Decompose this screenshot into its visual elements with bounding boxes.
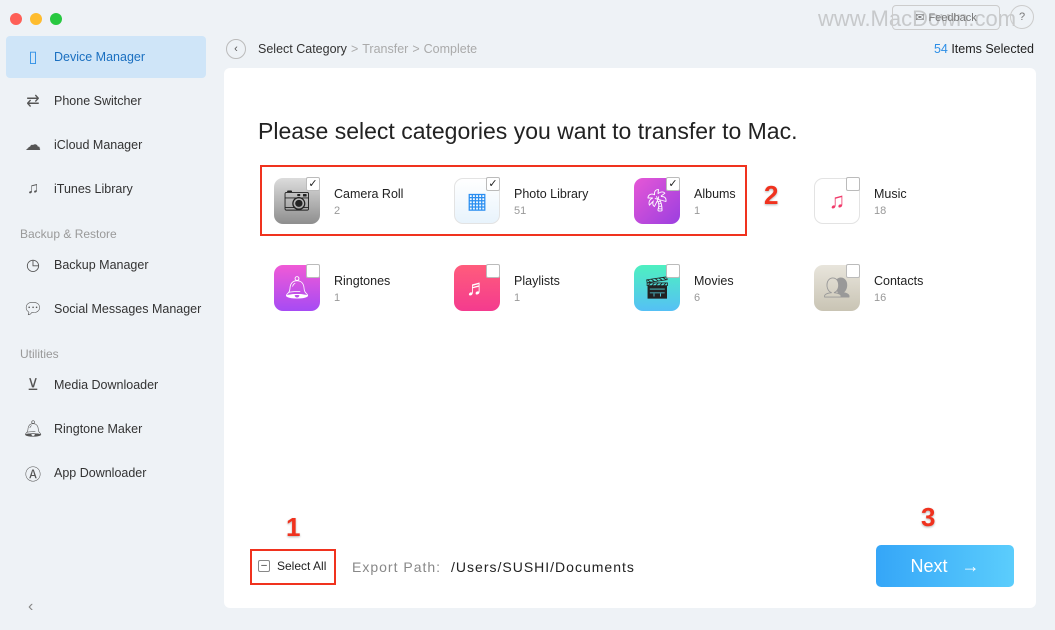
zoom-button[interactable] — [50, 13, 62, 25]
crumb-complete: Complete — [423, 42, 478, 56]
sidebar: ▯ Device Manager ⇄ Phone Switcher ☁ iCloud … — [0, 0, 220, 630]
sidebar-item-backup-manager[interactable]: ◷ Backup Manager — [6, 244, 206, 286]
arrow-right-icon: → — [961, 555, 980, 576]
minus-icon: – — [258, 560, 270, 572]
annotation-step-2: 2 — [764, 180, 779, 210]
collapse-sidebar-icon[interactable]: ‹ — [28, 598, 33, 616]
category-count: 6 — [694, 292, 701, 304]
category-ringtones[interactable]: 🔔︎ Ringtones 1 — [274, 264, 444, 315]
page-title: Please select categories you want to tra… — [258, 118, 798, 144]
category-count: 18 — [874, 205, 887, 217]
category-music[interactable]: ♫ Music 18 — [814, 177, 984, 228]
mail-icon: ✉ — [915, 12, 925, 24]
section-utilities: Utilities — [20, 347, 59, 361]
help-button[interactable]: ? — [1010, 5, 1034, 29]
sidebar-item-itunes-library[interactable]: ♫ iTunes Library — [6, 168, 206, 210]
category-name: Music — [874, 187, 907, 201]
clock-icon: ◷ — [26, 257, 40, 274]
next-button[interactable]: Next → — [876, 545, 1014, 587]
annotation-box-categories — [260, 165, 747, 236]
feedback-button[interactable]: ✉ Feedback — [892, 5, 1000, 30]
cloud-icon: ☁ — [25, 137, 41, 154]
category-movies[interactable]: 🎬︎ Movies 6 — [634, 264, 804, 315]
category-name: Movies — [694, 274, 734, 288]
category-checkbox[interactable] — [846, 177, 860, 191]
category-checkbox[interactable] — [486, 264, 500, 278]
category-contacts[interactable]: 👥︎ Contacts 16 — [814, 264, 984, 315]
sidebar-item-ringtone-maker[interactable]: 🔔︎ Ringtone Maker — [6, 408, 206, 450]
phone-icon: ▯ — [28, 49, 38, 66]
app-store-icon: Ⓐ — [24, 467, 41, 484]
minimize-button[interactable] — [30, 13, 42, 25]
close-button[interactable] — [10, 13, 22, 25]
sidebar-item-social-messages-manager[interactable]: 💬︎ Social Messages Manager — [6, 288, 206, 330]
category-count: 16 — [874, 292, 887, 304]
music-note-icon: ♫ — [27, 180, 39, 197]
items-selected: 54 Items Selected — [933, 42, 1034, 56]
sidebar-item-app-downloader[interactable]: Ⓐ App Downloader — [6, 452, 206, 494]
export-path[interactable]: Export Path:/Users/SUSHI/Documents — [352, 559, 635, 575]
crumb-select-category: Select Category — [258, 42, 347, 56]
back-button[interactable]: ‹ — [226, 39, 246, 59]
select-all-checkbox[interactable]: – Select All — [258, 559, 326, 573]
category-checkbox[interactable] — [306, 264, 320, 278]
category-playlists[interactable]: ♬ Playlists 1 — [454, 264, 624, 315]
annotation-step-1: 1 — [286, 512, 301, 542]
breadcrumb: ‹ Select Category > Transfer > Complete 54… — [224, 36, 1036, 62]
sidebar-item-phone-switcher[interactable]: ⇄ Phone Switcher — [6, 80, 206, 122]
category-count: 1 — [514, 292, 521, 304]
window-controls — [10, 13, 62, 25]
category-checkbox[interactable] — [846, 264, 860, 278]
sidebar-item-media-downloader[interactable]: ⊻ Media Downloader — [6, 364, 206, 406]
category-name: Contacts — [874, 274, 924, 288]
crumb-transfer: Transfer — [362, 42, 409, 56]
switch-icon: ⇄ — [26, 93, 40, 110]
bell-icon: 🔔︎ — [22, 421, 44, 438]
category-name: Playlists — [514, 274, 560, 288]
main-card: Please select categories you want to tra… — [224, 68, 1036, 608]
chat-icon: 💬︎ — [22, 301, 44, 318]
sidebar-item-device-manager[interactable]: ▯ Device Manager — [6, 36, 206, 78]
annotation-step-3: 3 — [921, 502, 936, 532]
sidebar-item-icloud-manager[interactable]: ☁ iCloud Manager — [6, 124, 206, 166]
section-backup-restore: Backup & Restore — [20, 227, 117, 241]
category-name: Ringtones — [334, 274, 391, 288]
download-icon: ⊻ — [27, 377, 39, 394]
category-checkbox[interactable] — [666, 264, 680, 278]
category-count: 1 — [334, 292, 341, 304]
